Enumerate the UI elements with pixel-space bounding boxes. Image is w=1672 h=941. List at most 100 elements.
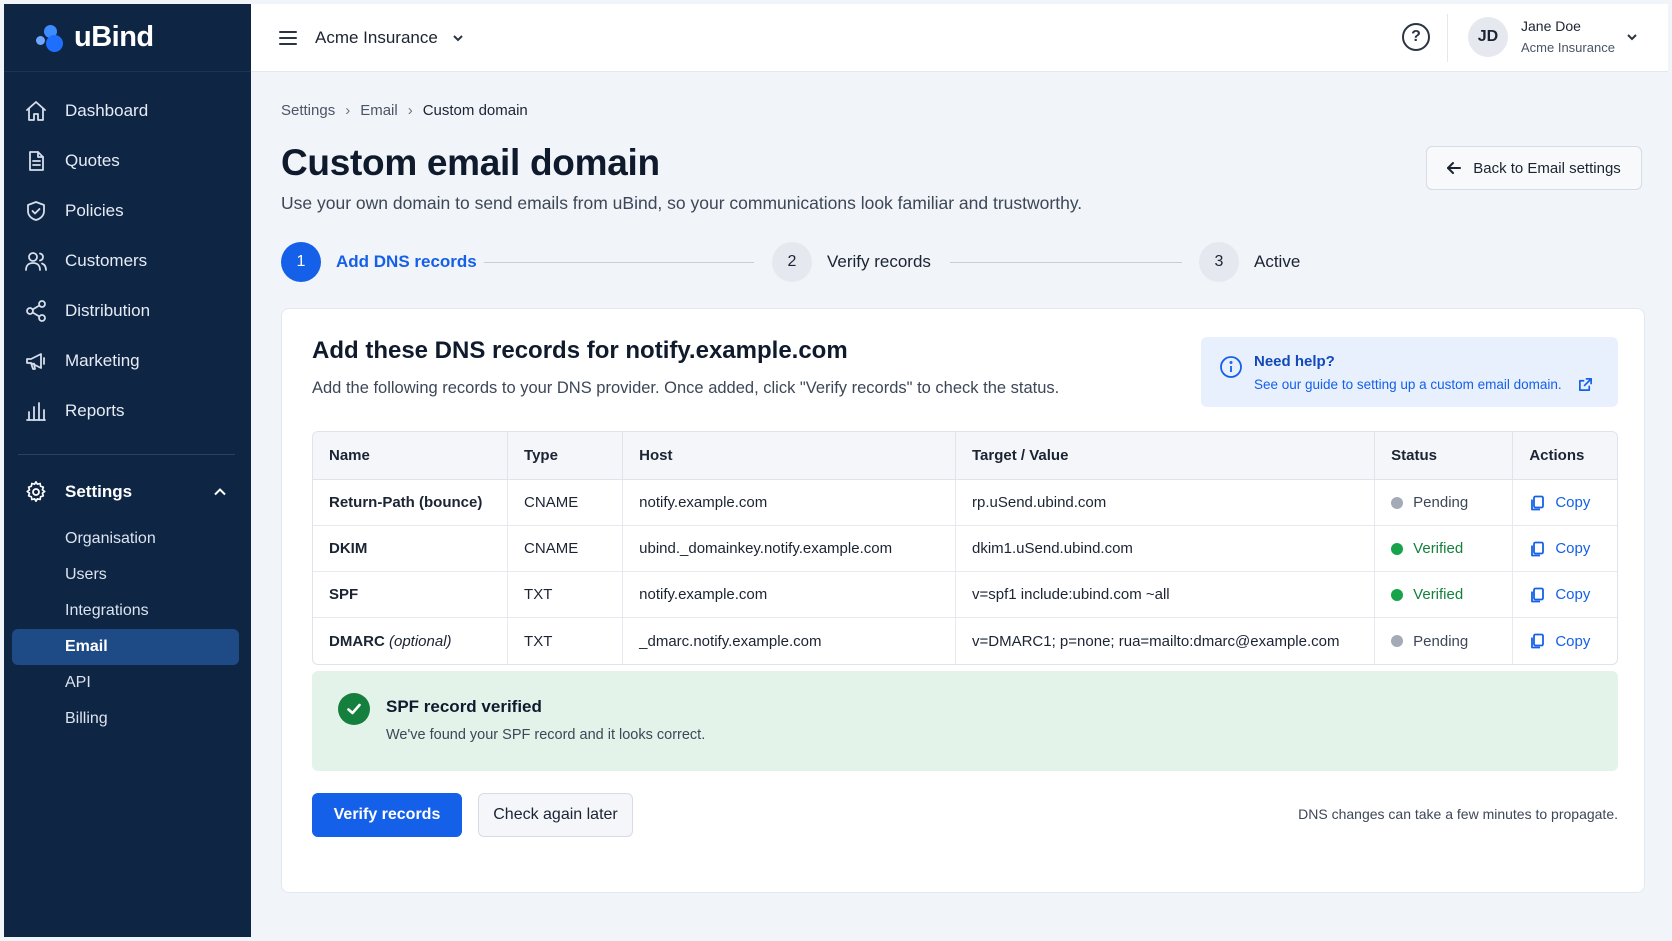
status-badge: Verified [1413,540,1464,557]
brand[interactable]: uBind [4,4,251,72]
sidebar-item-settings[interactable]: Settings [4,469,251,515]
step-add-dns-records[interactable]: 1 Add DNS records [281,242,477,282]
copy-button[interactable]: Copy [1529,586,1601,603]
record-name: Return-Path (bounce) [313,480,509,526]
external-link-icon [1578,378,1592,391]
bar-chart-icon [26,402,46,421]
sidebar-item-label: Settings [65,482,133,501]
user-menu-chevron-icon[interactable] [1626,31,1638,43]
share-icon [26,300,46,322]
record-status: Verified [1375,572,1514,618]
help-icon[interactable]: ? [1402,23,1430,51]
sidebar-item-marketing[interactable]: Marketing [4,336,251,386]
org-switcher[interactable]: Acme Insurance [315,28,438,48]
table-header-row: Name Type Host Target / Value Status Act… [313,432,1617,480]
megaphone-icon [26,353,45,370]
table-row: DKIM CNAME ubind._domainkey.notify.examp… [313,526,1617,572]
sidebar-item-label: Distribution [65,301,151,320]
sidebar-subitem-billing[interactable]: Billing [12,701,239,737]
record-host: notify.example.com [623,572,956,618]
sidebar-item-reports[interactable]: Reports [4,386,251,436]
sidebar-item-dashboard[interactable]: Dashboard [4,86,251,136]
step-number: 1 [281,242,321,282]
users-icon [25,252,47,271]
card-title: Add these DNS records for notify.example… [312,337,848,364]
optional-tag: (optional) [389,632,452,650]
step-active[interactable]: 3 Active [1199,242,1300,282]
ubind-logo-icon [36,23,66,53]
topbar: Acme Insurance ? JD Jane Doe Acme Insura… [251,4,1668,72]
step-connector [484,262,754,263]
breadcrumb-current: Custom domain [422,102,528,119]
sidebar-subitem-api[interactable]: API [12,665,239,701]
sidebar-item-label: Marketing [65,351,140,370]
sidebar-subitem-users[interactable]: Users [12,557,239,593]
sidebar-item-customers[interactable]: Customers [4,236,251,286]
sidebar-subitem-email[interactable]: Email [12,629,239,665]
copy-button[interactable]: Copy [1529,494,1601,511]
sidebar-item-label: Customers [65,251,148,270]
help-link-text: See our guide to setting up a custom ema… [1254,377,1562,392]
menu-icon[interactable] [279,30,297,45]
arrow-left-icon [1447,162,1462,174]
check-again-later-button[interactable]: Check again later [478,793,633,837]
sidebar-item-distribution[interactable]: Distribution [4,286,251,336]
sidebar-item-quotes[interactable]: Quotes [4,136,251,186]
copy-button[interactable]: Copy [1529,540,1601,557]
home-icon [26,101,46,121]
sidebar-nav: Dashboard Quotes Policies Customers Dist… [4,72,251,436]
record-status: Pending [1375,480,1514,526]
chevron-up-icon [214,488,226,496]
chevron-right-icon: › [407,102,413,119]
column-header-host: Host [623,432,956,480]
sidebar-item-label: Quotes [65,151,120,170]
status-verified-dot [1391,588,1404,601]
settings-subnav: Organisation Users Integrations Email AP… [4,515,251,737]
breadcrumb: Settings › Email › Custom domain [281,102,528,119]
chevron-down-icon[interactable] [452,32,464,44]
record-name-text: SPF [329,586,359,603]
check-circle-icon [338,693,370,725]
step-label: Active [1254,252,1301,271]
alert-text: We've found your SPF record and it looks… [386,727,706,743]
status-verified-dot [1391,542,1404,555]
step-number: 3 [1199,242,1239,282]
copy-button[interactable]: Copy [1529,633,1601,650]
user-name[interactable]: Jane Doe [1521,18,1581,34]
record-actions: Copy [1513,618,1617,664]
record-target: dkim1.uSend.ubind.com [956,526,1376,572]
column-header-name: Name [313,432,509,480]
step-verify-records[interactable]: 2 Verify records [772,242,931,282]
record-type: TXT [508,572,624,618]
status-badge: Pending [1413,494,1469,511]
back-to-email-settings-button[interactable]: Back to Email settings [1426,146,1642,190]
sidebar-subitem-organisation[interactable]: Organisation [12,521,239,557]
breadcrumb-email[interactable]: Email [360,102,398,119]
sidebar-subitem-integrations[interactable]: Integrations [12,593,239,629]
record-actions: Copy [1513,480,1617,526]
sidebar-item-policies[interactable]: Policies [4,186,251,236]
record-name: DMARC (optional) [313,618,509,664]
document-icon [29,151,44,171]
verify-records-button[interactable]: Verify records [312,793,462,837]
record-name: DKIM [313,526,509,572]
copy-icon [1531,541,1545,556]
record-actions: Copy [1513,526,1617,572]
record-host: notify.example.com [623,480,956,526]
record-type: CNAME [508,526,624,572]
help-guide-link[interactable]: See our guide to setting up a custom ema… [1254,377,1593,392]
copy-label: Copy [1555,586,1591,603]
record-target: rp.uSend.ubind.com [956,480,1376,526]
chevron-right-icon: › [345,102,351,119]
record-type: TXT [508,618,624,664]
avatar[interactable]: JD [1468,17,1508,57]
dns-records-table: Name Type Host Target / Value Status Act… [312,431,1618,665]
topbar-divider [1447,14,1448,62]
status-pending-dot [1391,496,1404,509]
gear-icon [26,481,46,502]
status-badge: Pending [1413,632,1469,650]
step-connector [950,262,1182,263]
user-org: Acme Insurance [1521,40,1615,55]
card-subtitle: Add the following records to your DNS pr… [312,379,1060,397]
breadcrumb-settings[interactable]: Settings [281,102,335,119]
